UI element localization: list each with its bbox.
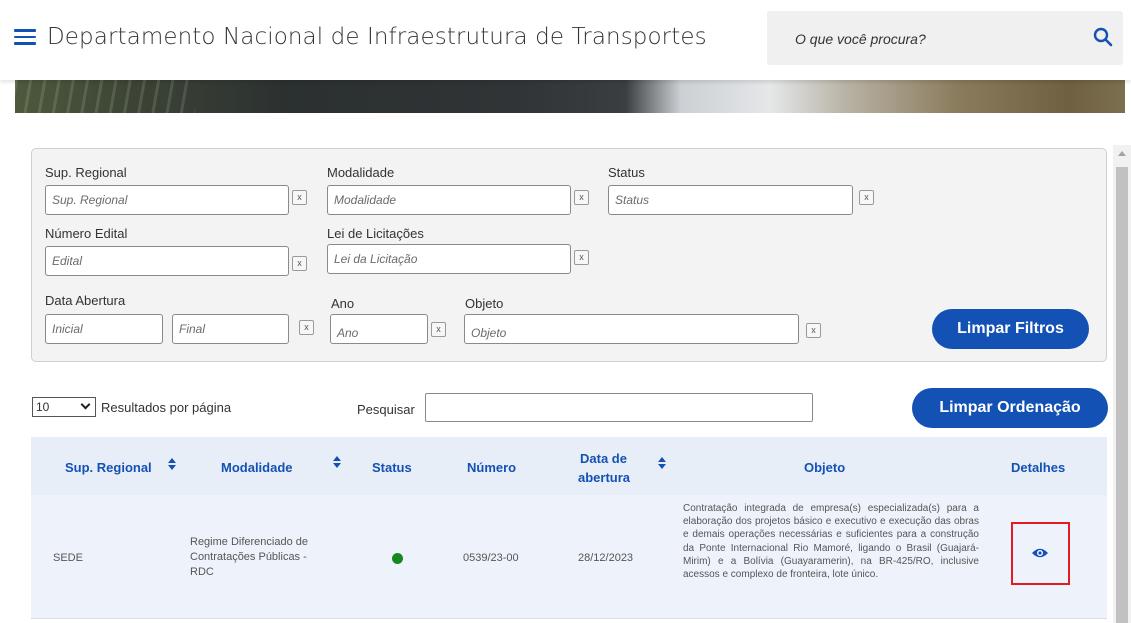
site-search-placeholder: O que você procura? (795, 31, 926, 47)
status-input[interactable]: Status (608, 185, 853, 215)
lei-licitacoes-placeholder: Lei da Licitação (334, 252, 418, 266)
cell-objeto: Contratação integrada de empresa(s) espe… (683, 503, 979, 581)
numero-edital-clear-button[interactable]: x (292, 256, 307, 271)
objeto-input[interactable]: Objeto (464, 314, 799, 344)
scroll-up-arrow-icon[interactable] (1118, 151, 1126, 156)
site-header: Departamento Nacional de Infraestrutura … (0, 0, 1131, 80)
modalidade-placeholder: Modalidade (334, 193, 397, 207)
objeto-clear-button[interactable]: x (806, 323, 821, 338)
cell-modalidade-line3: RDC (190, 566, 214, 578)
lei-licitacoes-input[interactable]: Lei da Licitação (327, 244, 571, 274)
table-search-input[interactable] (425, 393, 813, 422)
numero-edital-input[interactable]: Edital (45, 246, 289, 276)
column-header-detalhes: Detalhes (1011, 460, 1066, 475)
sort-data-abertura-icon[interactable] (658, 457, 666, 471)
sup-regional-input[interactable]: Sup. Regional (45, 185, 289, 215)
sup-regional-label: Sup. Regional (45, 165, 127, 180)
page-scrollbar[interactable] (1113, 145, 1131, 623)
column-header-data-line2[interactable]: abertura (578, 470, 630, 485)
status-label: Status (608, 165, 645, 180)
ano-input[interactable]: Ano (330, 314, 428, 344)
limpar-filtros-button[interactable]: Limpar Filtros (932, 309, 1089, 349)
banner-image (0, 80, 1131, 113)
column-header-modalidade[interactable]: Modalidade (221, 460, 293, 475)
eye-icon[interactable] (1031, 547, 1049, 559)
modalidade-label: Modalidade (327, 165, 395, 180)
sort-modalidade-icon[interactable] (333, 456, 341, 470)
sort-sup-regional-icon[interactable] (168, 458, 176, 472)
sup-regional-clear-button[interactable]: x (292, 190, 307, 205)
data-final-placeholder: Final (179, 322, 206, 336)
ano-placeholder: Ano (337, 326, 359, 340)
page-size-label: Resultados por página (101, 400, 232, 415)
scroll-thumb[interactable] (1116, 167, 1128, 623)
modalidade-input[interactable]: Modalidade (327, 185, 571, 215)
status-indicator-dot (392, 553, 403, 564)
numero-edital-placeholder: Edital (52, 254, 83, 268)
cell-numero: 0539/23-00 (463, 552, 519, 564)
lei-licitacoes-label: Lei de Licitações (327, 226, 424, 241)
ano-clear-button[interactable]: x (431, 322, 446, 337)
limpar-ordenacao-button[interactable]: Limpar Ordenação (912, 388, 1108, 428)
data-abertura-label: Data Abertura (45, 293, 126, 308)
data-inicial-input[interactable]: Inicial (45, 314, 163, 344)
cell-modalidade-line1: Regime Diferenciado de (190, 536, 309, 548)
status-clear-button[interactable]: x (859, 190, 874, 205)
cell-data-abertura: 28/12/2023 (578, 552, 634, 564)
objeto-placeholder: Objeto (471, 326, 507, 340)
column-header-numero[interactable]: Número (467, 460, 516, 475)
hamburger-menu-icon[interactable] (14, 29, 36, 45)
search-icon[interactable] (1093, 27, 1113, 47)
cell-sup-regional: SEDE (53, 552, 83, 564)
modalidade-clear-button[interactable]: x (574, 190, 589, 205)
data-inicial-placeholder: Inicial (52, 322, 83, 336)
site-search-input[interactable]: O que você procura? (767, 11, 1123, 65)
site-title[interactable]: Departamento Nacional de Infraestrutura … (47, 24, 707, 50)
page-size-value: 10 (36, 400, 50, 414)
column-header-status[interactable]: Status (372, 460, 412, 475)
sup-regional-placeholder: Sup. Regional (52, 193, 128, 207)
table-search-label: Pesquisar (357, 402, 415, 417)
table-header (31, 437, 1107, 495)
column-header-objeto[interactable]: Objeto (804, 460, 845, 475)
page-size-select[interactable]: 10 (32, 397, 96, 417)
status-placeholder: Status (615, 193, 650, 207)
objeto-label: Objeto (465, 296, 504, 311)
numero-edital-label: Número Edital (45, 226, 128, 241)
chevron-down-icon (80, 399, 91, 410)
lei-licitacoes-clear-button[interactable]: x (574, 250, 589, 265)
data-abertura-clear-button[interactable]: x (299, 320, 314, 335)
column-header-data-line1[interactable]: Data de (580, 451, 627, 466)
cell-modalidade-line2: Contratações Públicas - (190, 551, 307, 563)
banner-railway-detail (15, 80, 195, 113)
data-final-input[interactable]: Final (172, 314, 289, 344)
ano-label: Ano (331, 296, 355, 311)
column-header-sup-regional[interactable]: Sup. Regional (65, 460, 152, 475)
